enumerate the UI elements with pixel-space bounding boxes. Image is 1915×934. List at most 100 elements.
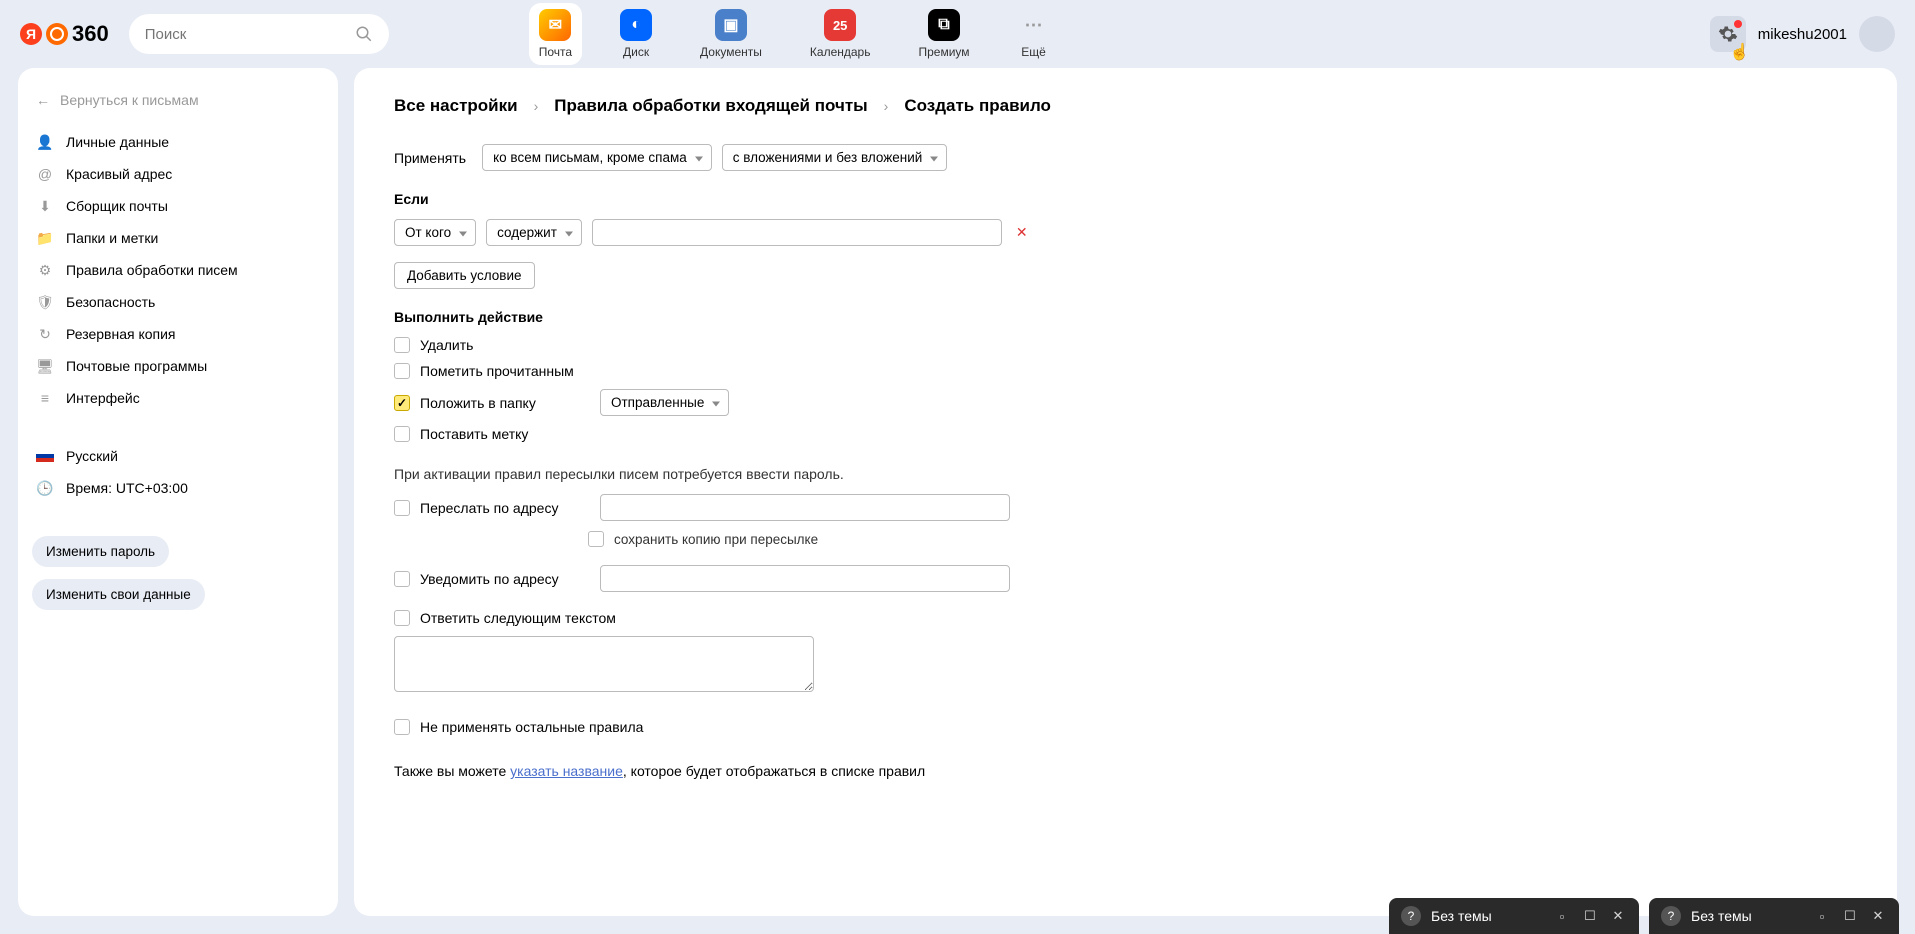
logo-circle-icon [46,23,68,45]
app-mail[interactable]: ✉ Почта [529,3,582,65]
sidebar-item-backup[interactable]: ↻ Резервная копия [28,318,328,350]
minimized-compose-bar: ? Без темы ▫ ☐ ✕ ? Без темы ▫ ☐ ✕ [1389,898,1899,934]
sidebar-item-label: Интерфейс [66,390,140,406]
more-icon: ⋯ [1018,9,1050,41]
reply-label[interactable]: Ответить следующим текстом [420,610,616,626]
sidebar-item-collector[interactable]: ⬇Сборщик почты [28,190,328,222]
condition-field-select[interactable]: От кого [394,219,476,246]
calendar-icon: 25 [824,9,856,41]
add-condition-row: Добавить условие [394,262,1857,289]
app-premium[interactable]: ⧉ Премиум [908,3,979,65]
app-header: Я 360 ✉ Почта ◐ Диск ▣ Документы 25 Кале… [0,0,1915,68]
settings-sidebar: ← Вернуться к письмам 👤Личные данные @Кр… [18,68,338,916]
breadcrumb-rules[interactable]: Правила обработки входящей почты [554,96,867,116]
compose-title: Без темы [1431,908,1543,924]
forward-address-input[interactable] [600,494,1010,521]
main-wrap: ← Вернуться к письмам 👤Личные данные @Кр… [0,68,1915,934]
close-button[interactable]: ✕ [1609,907,1627,925]
sidebar-item-rules[interactable]: ⚙Правила обработки писем [28,254,328,286]
sidebar-item-language[interactable]: Русский [28,440,328,472]
sidebar-item-clients[interactable]: 🖥Почтовые программы [28,350,328,382]
close-button[interactable]: ✕ [1869,907,1887,925]
sidebar-item-address[interactable]: @Красивый адрес [28,158,328,190]
target-folder-select[interactable]: Отправленные [600,389,729,416]
gear-icon [1718,24,1738,44]
change-password-button[interactable]: Изменить пароль [32,536,169,567]
compose-window-1[interactable]: ? Без темы ▫ ☐ ✕ [1389,898,1639,934]
delete-checkbox[interactable] [394,337,410,353]
sidebar-item-label: Правила обработки писем [66,262,238,278]
backup-icon: ↻ [36,325,54,343]
apply-row: Применять ко всем письмам, кроме спама с… [394,144,1857,171]
header-right: ☝ mikeshu2001 [1710,16,1895,52]
settings-content: Все настройки › Правила обработки входящ… [354,68,1897,916]
logo[interactable]: Я 360 [20,21,109,47]
notify-address-input[interactable] [600,565,1010,592]
compose-window-2[interactable]: ? Без темы ▫ ☐ ✕ [1649,898,1899,934]
forward-hint: При активации правил пересылки писем пот… [394,466,1857,482]
set-label-label[interactable]: Поставить метку [420,426,528,442]
search-box[interactable] [129,14,389,54]
forward-label[interactable]: Переслать по адресу [420,500,590,516]
back-to-mail-link[interactable]: ← Вернуться к письмам [28,86,328,114]
action-delete-row: Удалить [394,337,1857,353]
reply-checkbox[interactable] [394,610,410,626]
search-input[interactable] [145,26,355,43]
move-folder-checkbox[interactable] [394,395,410,411]
minimize-button[interactable]: ▫ [1553,907,1571,925]
apply-label: Применять [394,150,466,166]
condition-value-input[interactable] [592,219,1002,246]
app-calendar[interactable]: 25 Календарь [800,3,881,65]
sidebar-item-security[interactable]: 🛡Безопасность [28,286,328,318]
breadcrumb: Все настройки › Правила обработки входящ… [394,96,1857,116]
save-copy-checkbox[interactable] [588,531,604,547]
save-copy-label[interactable]: сохранить копию при пересылке [614,532,818,547]
skip-rules-label[interactable]: Не применять остальные правила [420,719,643,735]
change-data-button[interactable]: Изменить свои данные [32,579,205,610]
notify-label[interactable]: Уведомить по адресу [420,571,590,587]
remove-condition-button[interactable]: ✕ [1016,224,1028,241]
app-label: Почта [539,45,572,59]
apply-scope-select[interactable]: ко всем письмам, кроме спама [482,144,712,171]
logo-ya-icon: Я [20,23,42,45]
sidebar-item-folders[interactable]: 📁Папки и метки [28,222,328,254]
settings-button[interactable]: ☝ [1710,16,1746,52]
set-label-checkbox[interactable] [394,426,410,442]
breadcrumb-create: Создать правило [904,96,1051,116]
person-icon: 👤 [36,133,54,151]
reply-text-input[interactable] [394,636,814,692]
condition-op-select[interactable]: содержит [486,219,582,246]
chevron-right-icon: › [884,98,889,114]
sidebar-item-label: Безопасность [66,294,155,310]
minimize-button[interactable]: ▫ [1813,907,1831,925]
notify-checkbox[interactable] [394,571,410,587]
forward-checkbox[interactable] [394,500,410,516]
username[interactable]: mikeshu2001 [1758,26,1847,43]
move-folder-label[interactable]: Положить в папку [420,395,590,411]
hint-prefix: Также вы можете [394,763,510,779]
sidebar-item-label: Русский [66,448,118,464]
set-name-link[interactable]: указать название [510,763,623,779]
name-hint: Также вы можете указать название, которо… [394,763,1857,779]
app-label: Ещё [1021,45,1046,59]
premium-icon: ⧉ [928,9,960,41]
breadcrumb-all[interactable]: Все настройки [394,96,518,116]
sidebar-item-profile[interactable]: 👤Личные данные [28,126,328,158]
question-icon: ? [1661,906,1681,926]
app-more[interactable]: ⋯ Ещё [1008,3,1060,65]
maximize-button[interactable]: ☐ [1581,907,1599,925]
app-disk[interactable]: ◐ Диск [610,3,662,65]
sidebar-item-interface[interactable]: ≡Интерфейс [28,382,328,414]
avatar[interactable] [1859,16,1895,52]
mark-read-checkbox[interactable] [394,363,410,379]
app-docs[interactable]: ▣ Документы [690,3,772,65]
sidebar-item-label: Резервная копия [66,326,176,342]
mark-read-label[interactable]: Пометить прочитанным [420,363,574,379]
download-icon: ⬇ [36,197,54,215]
apply-attach-select[interactable]: с вложениями и без вложений [722,144,948,171]
delete-label[interactable]: Удалить [420,337,473,353]
add-condition-button[interactable]: Добавить условие [394,262,535,289]
sidebar-item-timezone[interactable]: 🕒Время: UTC+03:00 [28,472,328,504]
skip-rules-checkbox[interactable] [394,719,410,735]
maximize-button[interactable]: ☐ [1841,907,1859,925]
